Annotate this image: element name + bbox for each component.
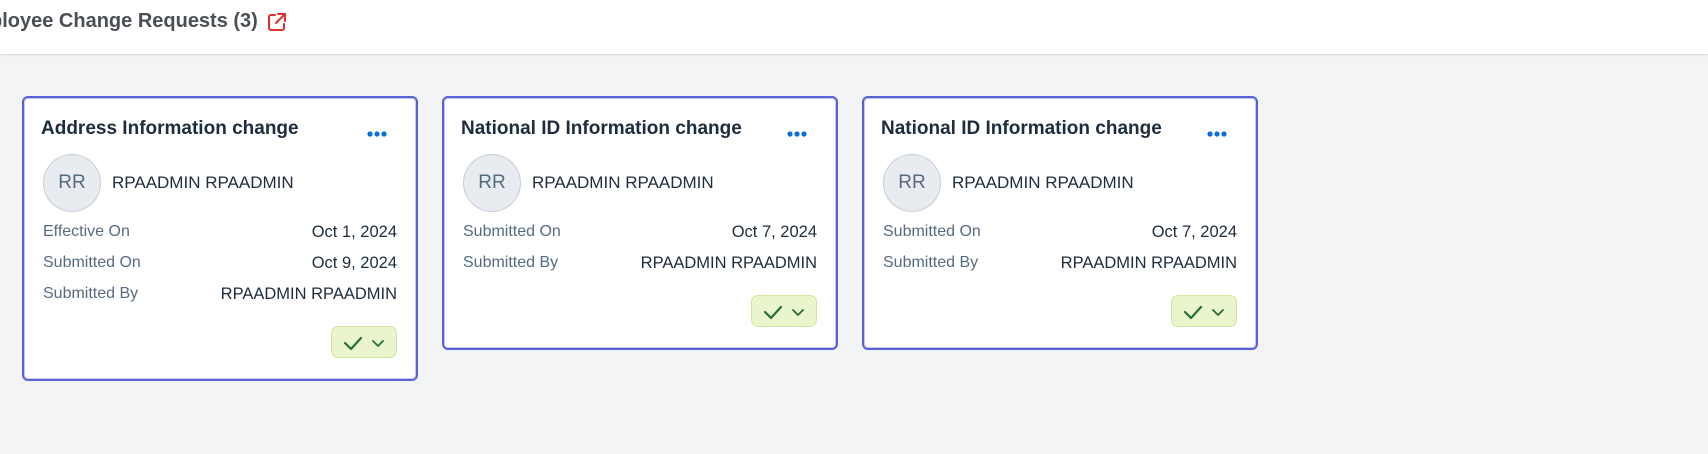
checkmark-icon bbox=[763, 305, 783, 320]
approve-menu-button[interactable] bbox=[1171, 295, 1237, 327]
requester-name: RPAADMIN RPAADMIN bbox=[112, 173, 294, 192]
chevron-down-icon bbox=[372, 340, 384, 347]
field-row: Submitted On Oct 7, 2024 bbox=[883, 223, 1237, 245]
field-value: Oct 7, 2024 bbox=[1151, 223, 1237, 241]
field-label: Submitted By bbox=[883, 254, 979, 271]
approve-menu-button[interactable] bbox=[751, 295, 817, 327]
card-title: Address Information change bbox=[41, 118, 299, 139]
field-label: Submitted By bbox=[463, 254, 559, 271]
requester-name: RPAADMIN RPAADMIN bbox=[532, 173, 714, 192]
more-options-icon[interactable] bbox=[1202, 124, 1232, 144]
requester-name: RPAADMIN RPAADMIN bbox=[952, 173, 1134, 192]
more-options-icon[interactable] bbox=[362, 124, 392, 144]
avatar: RR bbox=[43, 154, 101, 212]
change-request-card[interactable]: National ID Information change RR RPAADM… bbox=[442, 96, 838, 350]
change-request-card[interactable]: Address Information change RR RPAADMIN R… bbox=[22, 96, 418, 381]
chevron-down-icon bbox=[1212, 309, 1224, 316]
field-row: Submitted By RPAADMIN RPAADMIN bbox=[463, 254, 817, 276]
chevron-down-icon bbox=[792, 309, 804, 316]
card-title: National ID Information change bbox=[461, 118, 742, 139]
field-label: Submitted On bbox=[883, 223, 981, 240]
field-label: Effective On bbox=[43, 223, 130, 240]
avatar-initials: RR bbox=[58, 172, 86, 193]
field-value: Oct 1, 2024 bbox=[311, 223, 397, 241]
approve-menu-button[interactable] bbox=[331, 326, 397, 358]
change-request-card[interactable]: National ID Information change RR RPAADM… bbox=[862, 96, 1258, 350]
card-title: National ID Information change bbox=[881, 118, 1162, 139]
checkmark-icon bbox=[1183, 305, 1203, 320]
checkmark-icon bbox=[343, 336, 363, 351]
field-value: Oct 7, 2024 bbox=[731, 223, 817, 241]
page-title: ployee Change Requests (3) bbox=[0, 10, 258, 32]
field-value: RPAADMIN RPAADMIN bbox=[1060, 254, 1237, 272]
avatar-initials: RR bbox=[898, 172, 926, 193]
field-value: Oct 9, 2024 bbox=[311, 254, 397, 272]
avatar-initials: RR bbox=[478, 172, 506, 193]
field-label: Submitted On bbox=[43, 254, 141, 271]
field-row: Submitted On Oct 9, 2024 bbox=[43, 254, 397, 276]
field-row: Submitted By RPAADMIN RPAADMIN bbox=[43, 285, 397, 307]
field-label: Submitted On bbox=[463, 223, 561, 240]
more-options-icon[interactable] bbox=[782, 124, 812, 144]
field-label: Submitted By bbox=[43, 285, 139, 302]
avatar: RR bbox=[883, 154, 941, 212]
field-value: RPAADMIN RPAADMIN bbox=[220, 285, 397, 303]
field-row: Effective On Oct 1, 2024 bbox=[43, 223, 397, 245]
field-row: Submitted By RPAADMIN RPAADMIN bbox=[883, 254, 1237, 276]
avatar: RR bbox=[463, 154, 521, 212]
external-link-icon[interactable] bbox=[266, 11, 288, 33]
page-header: ployee Change Requests (3) bbox=[0, 0, 1708, 55]
field-row: Submitted On Oct 7, 2024 bbox=[463, 223, 817, 245]
field-value: RPAADMIN RPAADMIN bbox=[640, 254, 817, 272]
